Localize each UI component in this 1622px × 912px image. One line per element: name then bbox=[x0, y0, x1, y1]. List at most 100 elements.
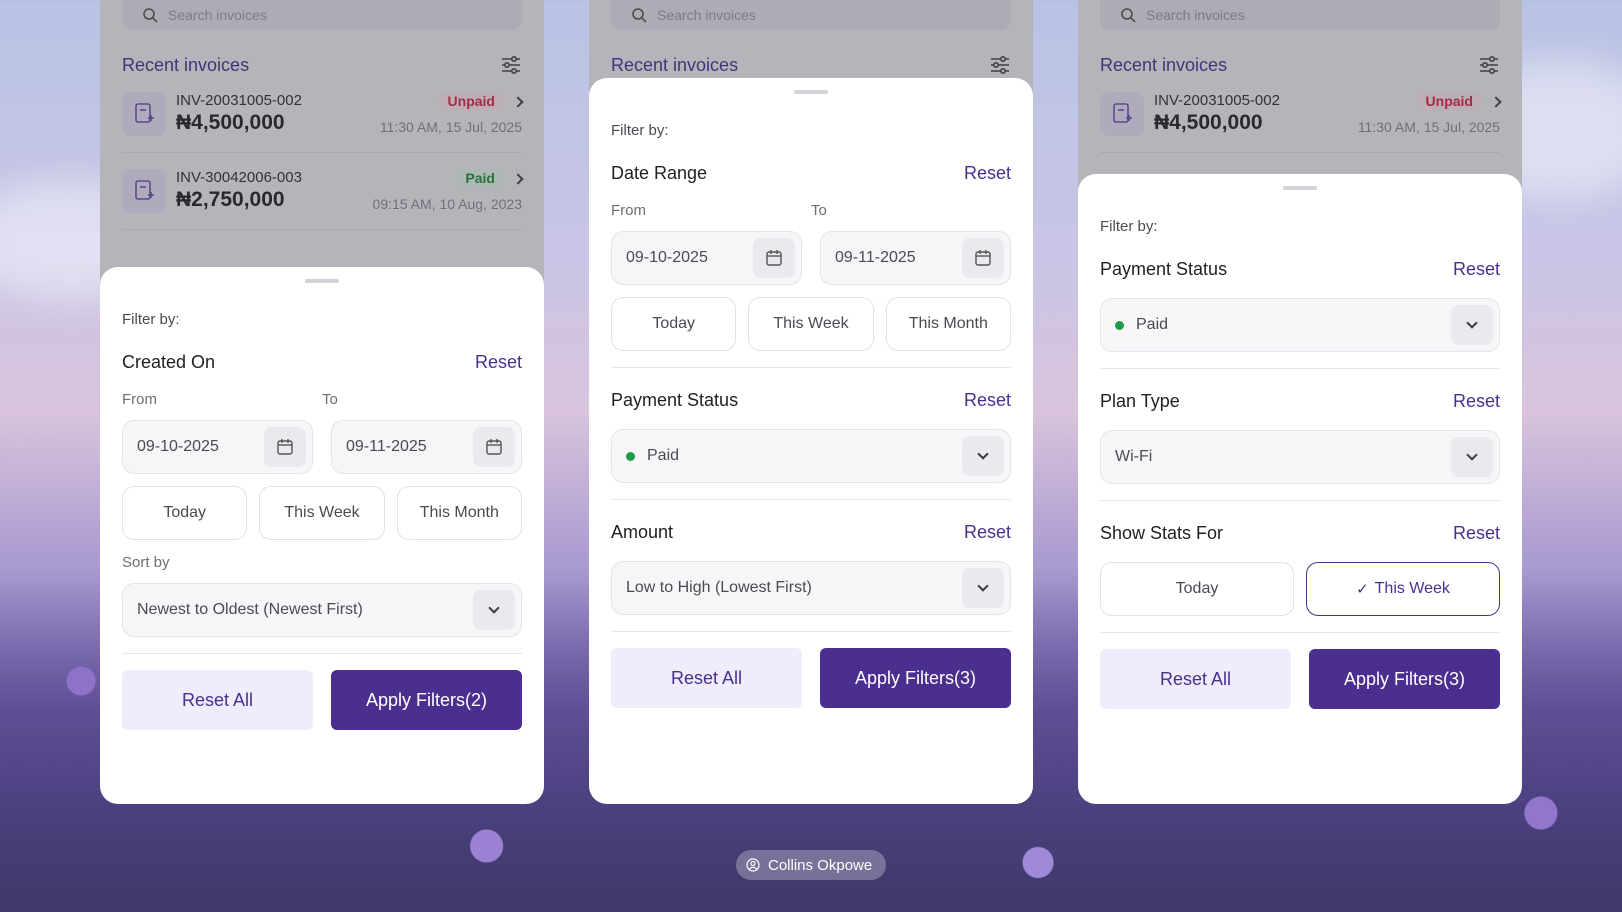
chip-this-month[interactable]: This Month bbox=[885, 297, 1011, 351]
reset-date-range-button[interactable]: Reset bbox=[964, 163, 1011, 184]
author-credit: Collins Okpowe bbox=[736, 850, 887, 880]
search-input[interactable]: Search invoices bbox=[611, 0, 1011, 30]
filter-by-label: Filter by: bbox=[611, 122, 669, 139]
from-date-field[interactable]: 09-10-2025 bbox=[122, 420, 313, 474]
section-title-show-stats: Show Stats For bbox=[1100, 523, 1224, 543]
chip-this-week[interactable]: This Week bbox=[748, 297, 874, 351]
invoice-amount: ₦4,500,000 bbox=[176, 111, 285, 134]
amount-sort-select[interactable]: Low to High (Lowest First) bbox=[611, 561, 1011, 615]
recent-invoices-title: Recent invoices bbox=[122, 54, 250, 75]
sort-by-label: Sort by bbox=[122, 554, 170, 571]
invoice-id: INV-20031005-002 bbox=[1154, 92, 1280, 109]
amount-sort-value: Low to High (Lowest First) bbox=[626, 579, 812, 596]
invoice-doc-icon bbox=[122, 169, 166, 213]
plan-type-select[interactable]: Wi-Fi bbox=[1100, 430, 1500, 484]
to-date-field[interactable]: 09-11-2025 bbox=[820, 231, 1011, 285]
chip-today[interactable]: Today bbox=[1100, 562, 1294, 616]
phone-screen-1: Search invoices Recent invoices INV-2003… bbox=[100, 0, 544, 804]
reset-amount-button[interactable]: Reset bbox=[964, 522, 1011, 543]
calendar-icon[interactable] bbox=[962, 238, 1004, 278]
chevron-down-icon[interactable] bbox=[962, 436, 1004, 476]
reset-all-button[interactable]: Reset All bbox=[611, 648, 802, 708]
chevron-right-icon bbox=[1490, 96, 1502, 108]
divider bbox=[1100, 632, 1500, 633]
search-placeholder: Search invoices bbox=[168, 7, 267, 23]
from-date-value: 09-10-2025 bbox=[137, 438, 219, 455]
filter-sheet: Filter by: Created On Reset From To 09-1… bbox=[100, 267, 544, 804]
chevron-down-icon[interactable] bbox=[473, 590, 515, 630]
recent-invoices-title: Recent invoices bbox=[1100, 54, 1228, 75]
to-label: To bbox=[322, 391, 338, 408]
section-title-payment-status: Payment Status bbox=[1100, 259, 1228, 279]
chip-today[interactable]: Today bbox=[611, 297, 737, 351]
invoice-time: 11:30 AM, 15 Jul, 2025 bbox=[1357, 119, 1500, 135]
section-title-date-range: Date Range bbox=[611, 163, 708, 183]
apply-filters-button[interactable]: Apply Filters(3) bbox=[820, 648, 1011, 708]
from-label: From bbox=[122, 391, 157, 408]
to-date-field[interactable]: 09-11-2025 bbox=[331, 420, 522, 474]
invoice-id: INV-20031005-002 bbox=[176, 92, 302, 109]
filter-by-label: Filter by: bbox=[122, 311, 180, 328]
reset-payment-status-button[interactable]: Reset bbox=[1453, 259, 1500, 280]
status-badge: Unpaid bbox=[1416, 92, 1482, 110]
payment-status-select[interactable]: Paid bbox=[611, 429, 1011, 483]
divider bbox=[1100, 368, 1500, 369]
chip-this-week-selected[interactable]: ✓ This Week bbox=[1306, 562, 1500, 616]
from-date-value: 09-10-2025 bbox=[626, 249, 708, 266]
author-name: Collins Okpowe bbox=[768, 856, 873, 874]
search-icon bbox=[143, 8, 158, 23]
sheet-drag-handle[interactable] bbox=[305, 279, 339, 283]
invoice-row[interactable]: INV-30042006-003 ₦2,750,000 Paid 09:15 A… bbox=[122, 153, 524, 230]
checkmark-icon: ✓ bbox=[1356, 581, 1369, 598]
calendar-icon[interactable] bbox=[753, 238, 795, 278]
chip-today[interactable]: Today bbox=[122, 486, 248, 540]
invoice-doc-icon bbox=[1100, 92, 1144, 136]
chevron-down-icon[interactable] bbox=[1451, 437, 1493, 477]
reset-show-stats-button[interactable]: Reset bbox=[1453, 523, 1500, 544]
phone-screen-3: Search invoices Recent invoices INV-2003… bbox=[1078, 0, 1522, 804]
filter-by-label: Filter by: bbox=[1100, 218, 1158, 235]
apply-filters-button[interactable]: Apply Filters(3) bbox=[1309, 649, 1500, 709]
sheet-drag-handle[interactable] bbox=[1283, 186, 1317, 190]
chevron-down-icon[interactable] bbox=[962, 568, 1004, 608]
calendar-icon[interactable] bbox=[473, 427, 515, 467]
search-placeholder: Search invoices bbox=[657, 7, 756, 23]
to-date-value: 09-11-2025 bbox=[835, 249, 916, 266]
invoice-amount: ₦2,750,000 bbox=[176, 188, 285, 211]
reset-payment-status-button[interactable]: Reset bbox=[964, 390, 1011, 411]
calendar-icon[interactable] bbox=[264, 427, 306, 467]
chip-this-month[interactable]: This Month bbox=[396, 486, 522, 540]
plan-type-value: Wi-Fi bbox=[1115, 448, 1153, 465]
search-placeholder: Search invoices bbox=[1146, 7, 1245, 23]
search-input[interactable]: Search invoices bbox=[122, 0, 522, 30]
invoice-row[interactable]: INV-20031005-002 ₦4,500,000 Unpaid 11:30… bbox=[1100, 76, 1502, 153]
search-input[interactable]: Search invoices bbox=[1100, 0, 1500, 30]
filter-sheet: Filter by: Date Range Reset From To 09-1… bbox=[589, 78, 1033, 804]
apply-filters-button[interactable]: Apply Filters(2) bbox=[331, 670, 522, 730]
status-badge: Paid bbox=[456, 169, 504, 187]
reset-created-on-button[interactable]: Reset bbox=[475, 352, 522, 373]
invoice-id: INV-30042006-003 bbox=[176, 169, 302, 186]
to-label: To bbox=[811, 202, 827, 219]
chevron-right-icon bbox=[512, 96, 524, 108]
filter-sliders-icon[interactable] bbox=[500, 54, 522, 76]
status-dot-icon bbox=[1115, 320, 1124, 330]
phone-screen-2: Search invoices Recent invoices Filter b… bbox=[589, 0, 1033, 804]
filter-sliders-icon[interactable] bbox=[1478, 54, 1500, 76]
status-badge: Unpaid bbox=[438, 92, 504, 110]
section-title-plan-type: Plan Type bbox=[1100, 391, 1180, 411]
sort-by-select[interactable]: Newest to Oldest (Newest First) bbox=[122, 583, 522, 637]
invoice-row[interactable]: INV-20031005-002 ₦4,500,000 Unpaid 11:30… bbox=[122, 76, 524, 153]
reset-plan-type-button[interactable]: Reset bbox=[1453, 391, 1500, 412]
from-date-field[interactable]: 09-10-2025 bbox=[611, 231, 802, 285]
filter-sliders-icon[interactable] bbox=[989, 54, 1011, 76]
payment-status-value: Paid bbox=[1136, 316, 1169, 333]
chip-this-week[interactable]: This Week bbox=[259, 486, 385, 540]
filter-sheet: Filter by: Payment Status Reset Paid Pla… bbox=[1078, 174, 1522, 804]
reset-all-button[interactable]: Reset All bbox=[1100, 649, 1291, 709]
chevron-down-icon[interactable] bbox=[1451, 305, 1493, 345]
payment-status-select[interactable]: Paid bbox=[1100, 298, 1500, 352]
sheet-drag-handle[interactable] bbox=[794, 90, 828, 94]
reset-all-button[interactable]: Reset All bbox=[122, 670, 313, 730]
divider bbox=[611, 631, 1011, 632]
